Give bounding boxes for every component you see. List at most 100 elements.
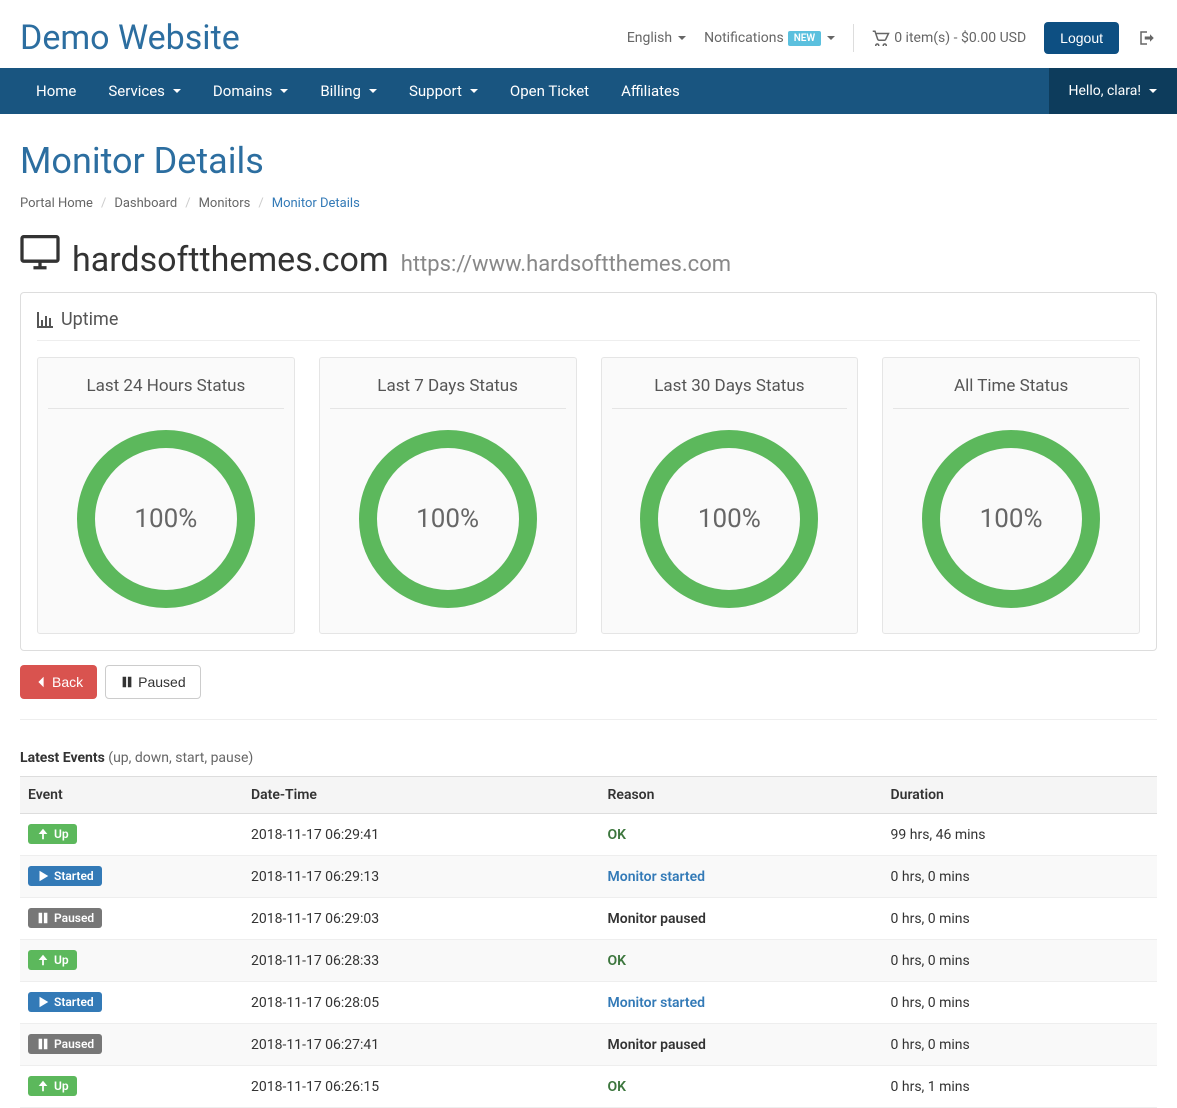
language-switcher[interactable]: English	[627, 30, 686, 46]
event-badge-started: Started	[28, 992, 102, 1012]
table-row: Paused2018-11-17 06:29:03Monitor paused0…	[20, 898, 1157, 940]
col-date-time: Date-Time	[243, 777, 600, 814]
nav-label: Open Ticket	[510, 82, 589, 100]
user-menu[interactable]: Hello, clara!	[1049, 68, 1177, 114]
cell-datetime: 2018-11-17 06:29:41	[243, 814, 600, 856]
event-badge-up: Up	[28, 950, 77, 970]
logout-button[interactable]: Logout	[1044, 22, 1119, 54]
breadcrumb-item[interactable]: Dashboard	[114, 196, 177, 211]
cell-datetime: 2018-11-17 06:28:33	[243, 940, 600, 982]
chevron-left-icon	[34, 675, 48, 689]
event-badge-started: Started	[28, 866, 102, 886]
badge-label: Up	[54, 953, 69, 967]
nav-item-support[interactable]: Support	[393, 68, 494, 114]
page-title: Monitor Details	[20, 140, 1157, 182]
play-icon	[36, 995, 50, 1009]
reason-text: Monitor paused	[608, 911, 706, 927]
uptime-percent: 100%	[921, 429, 1101, 609]
breadcrumb-item[interactable]: Portal Home	[20, 196, 93, 211]
cart-link[interactable]: 0 item(s) - $0.00 USD	[872, 30, 1026, 46]
events-sub: (up, down, start, pause)	[108, 750, 253, 766]
nav-label: Services	[108, 82, 165, 100]
nav-item-services[interactable]: Services	[92, 68, 197, 114]
monitor-domain: hardsoftthemes.com	[72, 240, 389, 280]
user-label: Hello, clara!	[1069, 83, 1141, 99]
status-card: Last 7 Days Status 100%	[319, 357, 577, 634]
notifications-link[interactable]: Notifications NEW	[704, 30, 835, 46]
pause-icon	[36, 911, 50, 925]
caret-icon	[470, 89, 478, 93]
play-icon	[36, 869, 50, 883]
cell-event: Up	[20, 1066, 243, 1108]
event-badge-up: Up	[28, 824, 77, 844]
table-row: Started2018-11-17 06:28:05Monitor starte…	[20, 982, 1157, 1024]
uptime-donut: 100%	[921, 429, 1101, 609]
cell-reason: OK	[600, 1066, 883, 1108]
caret-icon	[827, 36, 835, 40]
arrow-up-icon	[36, 953, 50, 967]
cell-duration: 0 hrs, 1 mins	[883, 1066, 1157, 1108]
breadcrumb-item[interactable]: Monitors	[199, 196, 251, 211]
nav-item-billing[interactable]: Billing	[304, 68, 393, 114]
cart-icon	[872, 30, 890, 46]
breadcrumb-sep: /	[258, 196, 263, 211]
uptime-donut: 100%	[76, 429, 256, 609]
pause-icon	[120, 675, 134, 689]
cell-datetime: 2018-11-17 06:26:15	[243, 1066, 600, 1108]
reason-text: Monitor started	[608, 869, 706, 885]
status-grid: Last 24 Hours Status100%Last 7 Days Stat…	[37, 357, 1140, 634]
nav-item-home[interactable]: Home	[20, 68, 92, 114]
nav-item-domains[interactable]: Domains	[197, 68, 304, 114]
navbar: Home Services DomainsBilling Support Open Ti…	[0, 68, 1177, 114]
badge-label: Up	[54, 827, 69, 841]
event-badge-up: Up	[28, 1076, 77, 1096]
cell-reason: Monitor started	[600, 856, 883, 898]
table-row: Up 2018-11-17 06:26:15 OK 0 hrs, 1 mins	[20, 1066, 1157, 1108]
uptime-donut: 100%	[639, 429, 819, 609]
cell-datetime: 2018-11-17 06:29:03	[243, 898, 600, 940]
cell-event: Paused	[20, 898, 243, 940]
nav-item-affiliates[interactable]: Affiliates	[605, 68, 696, 114]
status-card-title: All Time Status	[893, 376, 1129, 409]
uptime-donut: 100%	[358, 429, 538, 609]
table-row: Up 2018-11-17 06:28:33 OK 0 hrs, 0 mins	[20, 940, 1157, 982]
back-label: Back	[52, 674, 83, 690]
status-card-title: Last 7 Days Status	[330, 376, 566, 409]
reason-text: OK	[608, 1079, 627, 1095]
reason-text: OK	[608, 953, 627, 969]
cell-datetime: 2018-11-17 06:27:41	[243, 1024, 600, 1066]
caret-icon	[1149, 89, 1157, 93]
cell-event: Up	[20, 940, 243, 982]
nav-item-open-ticket[interactable]: Open Ticket	[494, 68, 605, 114]
back-button[interactable]: Back	[20, 665, 97, 699]
arrow-up-icon	[36, 1079, 50, 1093]
breadcrumb-sep: /	[185, 196, 190, 211]
cell-reason: Monitor started	[600, 982, 883, 1024]
cell-datetime: 2018-11-17 06:29:13	[243, 856, 600, 898]
status-card: Last 24 Hours Status100%	[37, 357, 295, 634]
brand[interactable]: Demo Website	[20, 18, 240, 58]
notifications-label: Notifications	[704, 30, 784, 46]
cell-event: Up	[20, 814, 243, 856]
badge-label: Paused	[54, 1037, 94, 1051]
pause-icon	[36, 1037, 50, 1051]
nav-label: Support	[409, 82, 462, 100]
breadcrumb-sep: /	[101, 196, 106, 211]
top-links: English Notifications NEW 0 item(s) - $0…	[627, 22, 1157, 54]
status-card: Last 30 Days Status100%	[601, 357, 859, 634]
uptime-percent: 100%	[76, 429, 256, 609]
cell-duration: 0 hrs, 0 mins	[883, 1024, 1157, 1066]
cell-event: Started	[20, 982, 243, 1024]
paused-label: Paused	[138, 674, 185, 690]
cell-duration: 0 hrs, 0 mins	[883, 940, 1157, 982]
uptime-panel: Uptime Last 24 Hours Status100%Last 7 Da…	[20, 292, 1157, 651]
reason-text: Monitor paused	[608, 1037, 706, 1053]
divider	[853, 24, 854, 52]
signout-icon[interactable]	[1137, 29, 1157, 47]
action-buttons: Back Paused	[20, 665, 1157, 720]
status-card: All Time Status 100%	[882, 357, 1140, 634]
cell-duration: 0 hrs, 0 mins	[883, 982, 1157, 1024]
events-heading-text: Latest Events	[20, 750, 105, 766]
paused-button[interactable]: Paused	[105, 665, 200, 699]
caret-icon	[280, 89, 288, 93]
